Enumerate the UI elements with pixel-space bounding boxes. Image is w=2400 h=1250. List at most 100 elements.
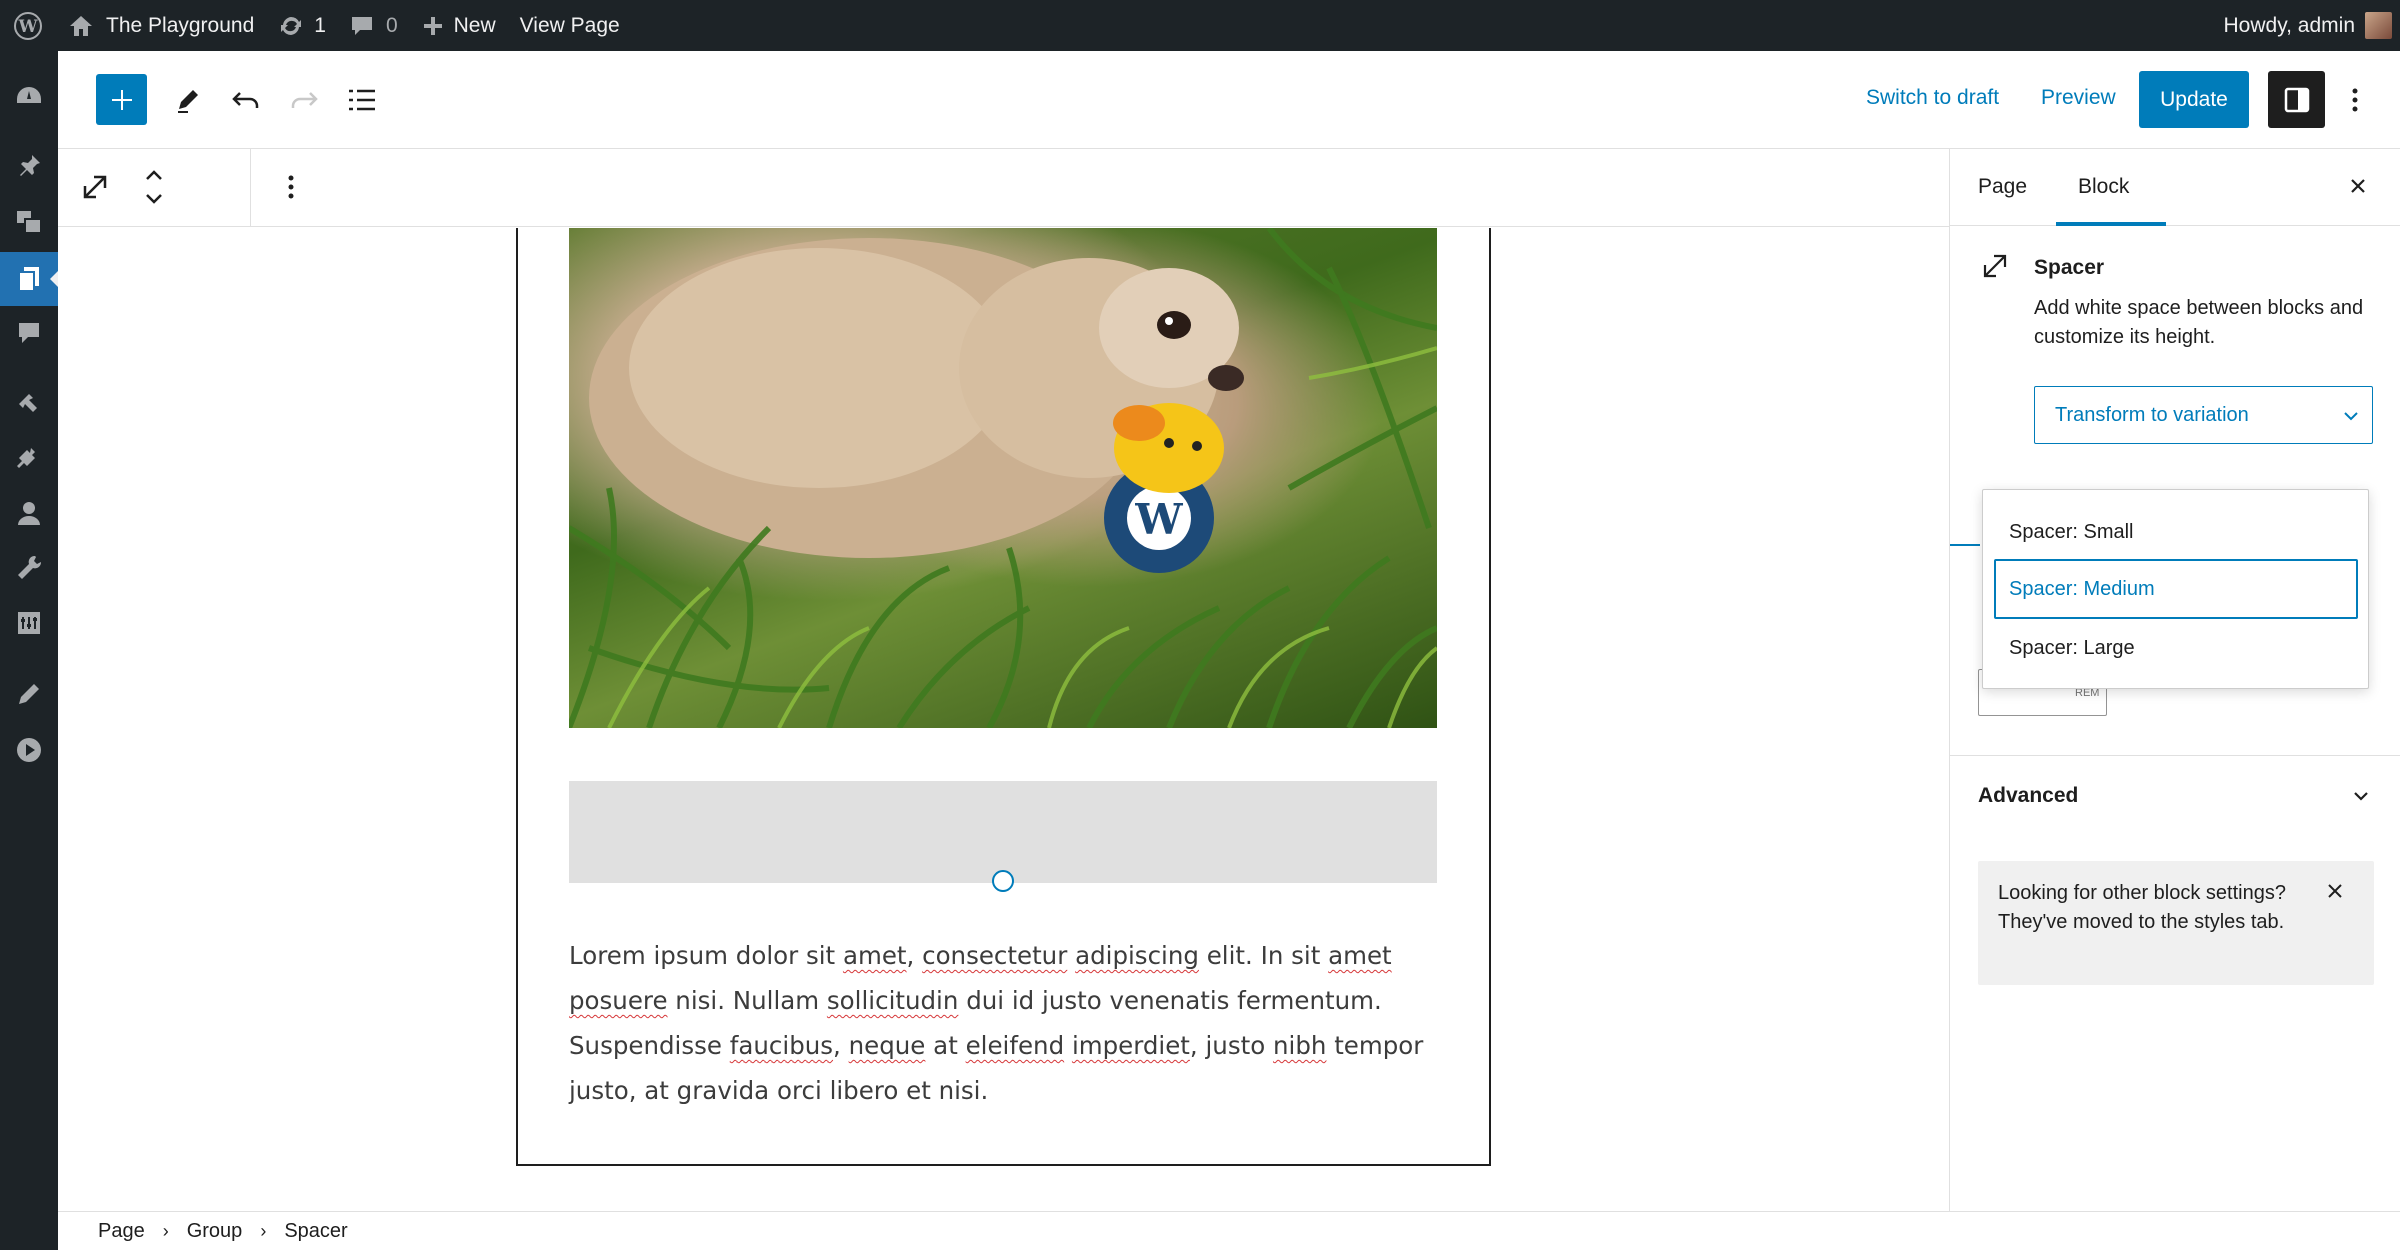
custom-pencil-icon[interactable] [14, 679, 44, 709]
close-icon[interactable] [2325, 881, 2345, 901]
block-card-icon [1980, 251, 2010, 286]
undo-button[interactable] [226, 80, 266, 120]
chevron-down-icon [2344, 412, 2358, 421]
plus-icon [111, 89, 132, 110]
pages-icon[interactable] [14, 264, 44, 294]
avatar [2365, 12, 2392, 39]
move-up-down-button[interactable] [134, 167, 174, 207]
new-content-link[interactable]: New [410, 0, 508, 51]
block-type-button[interactable] [75, 167, 115, 207]
misspelled-word: neque [848, 1031, 926, 1060]
pencil-icon [178, 90, 198, 113]
toolbar-divider [250, 149, 251, 227]
sidebar-tabs: Page Block [1950, 149, 2400, 226]
list-view-button[interactable] [342, 80, 382, 120]
chevron-down-icon[interactable] [2350, 785, 2372, 807]
home-icon [68, 14, 94, 38]
admin-bar: W The Playground 1 0 New View Page Howdy… [0, 0, 2400, 51]
block-inserter-button[interactable] [96, 74, 147, 125]
settings-icon[interactable] [14, 608, 44, 638]
site-name-link[interactable]: The Playground [54, 0, 266, 51]
panel-tab-indicator [1950, 544, 1980, 546]
paragraph-text: elit. In sit [1198, 941, 1329, 970]
undo-icon [232, 92, 259, 108]
misspelled-word: nibh [1272, 1031, 1327, 1060]
breadcrumb-group[interactable]: Group [187, 1220, 243, 1243]
howdy-text: Howdy, admin [2223, 13, 2356, 37]
misspelled-word: consectetur [922, 941, 1068, 970]
new-label: New [453, 13, 496, 37]
resize-icon [1983, 254, 2007, 278]
editor-canvas[interactable]: W Lorem ipsum dolor sit amet, consectetu… [58, 228, 1949, 1211]
variation-select-label: Transform to variation [2055, 403, 2249, 426]
paragraph-text: , [833, 1031, 849, 1060]
breadcrumb: Page › Group › Spacer [58, 1211, 2400, 1250]
settings-sidebar-toggle[interactable] [2268, 71, 2325, 128]
variation-dropdown: Spacer: Small Spacer: Medium Spacer: Lar… [1982, 489, 2369, 689]
spacer-resize-handle[interactable] [992, 870, 1014, 892]
active-tab-indicator [2056, 222, 2166, 226]
notice-text: Looking for other block settings? They'v… [1998, 882, 2286, 933]
site-name: The Playground [106, 13, 255, 37]
spacer-block[interactable] [569, 781, 1437, 883]
option-spacer-medium[interactable]: Spacer: Medium [1994, 559, 2358, 619]
updates-count: 1 [314, 13, 326, 37]
paragraph-text: Lorem ipsum dolor sit [569, 941, 843, 970]
plugins-icon[interactable] [14, 444, 44, 474]
image-block[interactable]: W [569, 228, 1437, 728]
tab-page[interactable]: Page [1978, 175, 2027, 199]
admin-side-menu [0, 51, 58, 1250]
block-card-title: Spacer [2034, 256, 2105, 279]
view-page-link[interactable]: View Page [508, 0, 632, 51]
panel-divider [1950, 755, 2400, 756]
comment-icon [350, 15, 374, 37]
comments-link[interactable]: 0 [338, 0, 410, 51]
paragraph-block[interactable]: Lorem ipsum dolor sit amet, consectetur … [569, 933, 1437, 1113]
wordpress-logo-icon[interactable]: W [0, 0, 54, 51]
redo-button[interactable] [284, 80, 324, 120]
close-sidebar-button[interactable] [2343, 171, 2373, 201]
tools-icon[interactable] [14, 553, 44, 583]
option-spacer-small[interactable]: Spacer: Small [1994, 502, 2358, 562]
breadcrumb-page[interactable]: Page [98, 1220, 145, 1243]
misspelled-word: amet [842, 941, 907, 970]
misspelled-word: sollicitudin [826, 986, 959, 1015]
tools-pencil-button[interactable] [168, 80, 208, 120]
advanced-panel-title[interactable]: Advanced [1978, 784, 2078, 808]
misspelled-word: posuere [569, 986, 668, 1015]
update-button[interactable]: Update [2139, 71, 2249, 128]
paragraph-text: , justo [1189, 1031, 1273, 1060]
misspelled-word: faucibus [729, 1031, 834, 1060]
more-options-button[interactable] [2335, 80, 2375, 120]
account-menu[interactable]: Howdy, admin [2212, 0, 2400, 51]
paragraph-text [1064, 1031, 1072, 1060]
view-page-label: View Page [519, 13, 620, 37]
block-toolbar [58, 149, 1949, 227]
sidebar-toggle-icon [2284, 87, 2309, 112]
appearance-icon[interactable] [14, 389, 44, 419]
switch-to-draft-button[interactable]: Switch to draft [1866, 86, 1999, 110]
misspelled-word: amet [1328, 941, 1392, 970]
block-card-description: Add white space between blocks and custo… [2034, 297, 2364, 348]
comments-menu-icon[interactable] [14, 318, 44, 348]
dashboard-icon[interactable] [14, 82, 44, 112]
updates-link[interactable]: 1 [266, 0, 338, 51]
option-spacer-large[interactable]: Spacer: Large [1994, 618, 2358, 678]
svg-text:W: W [17, 17, 38, 37]
tab-block[interactable]: Block [2078, 175, 2129, 199]
paragraph-text: at [925, 1031, 966, 1060]
paragraph-text: , [906, 941, 923, 970]
users-icon[interactable] [14, 498, 44, 528]
list-view-icon [349, 89, 375, 111]
redo-icon [291, 92, 318, 108]
media-icon[interactable] [14, 206, 44, 236]
posts-pin-icon[interactable] [14, 151, 44, 181]
play-icon[interactable] [14, 735, 44, 765]
more-vertical-icon [288, 175, 294, 199]
preview-button[interactable]: Preview [2041, 86, 2116, 110]
block-options-button[interactable] [271, 167, 311, 207]
svg-text:W: W [1134, 495, 1183, 544]
transform-to-variation-select[interactable]: Transform to variation [2034, 386, 2373, 444]
breadcrumb-spacer[interactable]: Spacer [284, 1220, 347, 1243]
styles-moved-notice: Looking for other block settings? They'v… [1978, 861, 2374, 985]
